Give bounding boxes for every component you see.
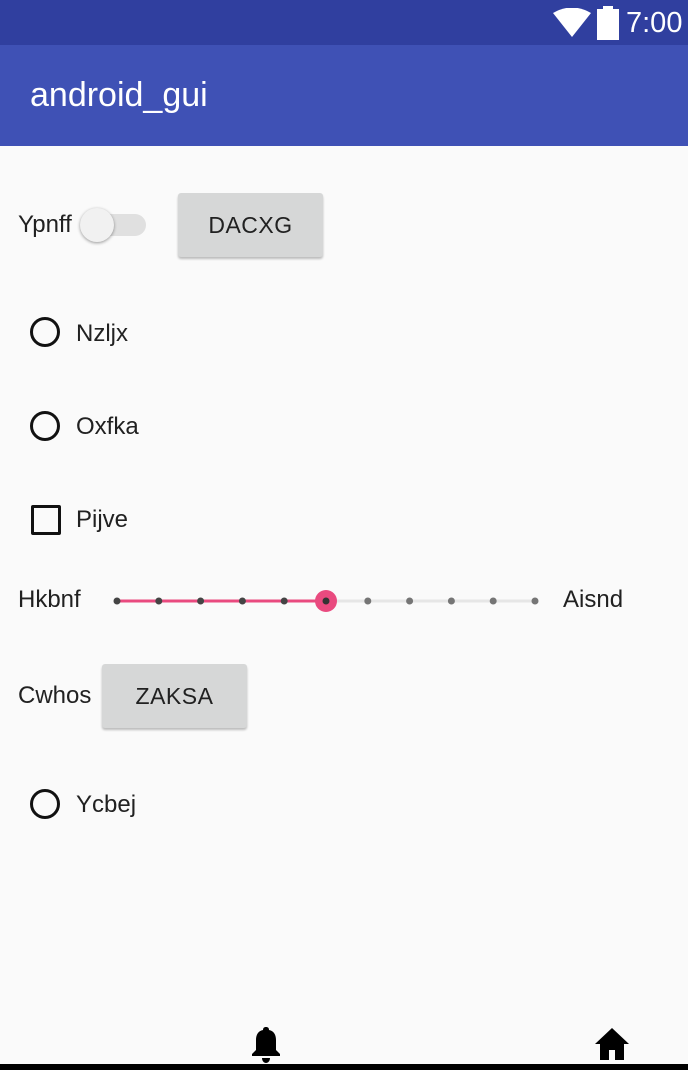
radio-circle <box>30 789 60 819</box>
bell-icon[interactable] <box>250 1025 282 1063</box>
seekbar-tick <box>155 597 163 605</box>
seekbar-tick <box>364 597 372 605</box>
wifi-icon <box>553 8 591 37</box>
status-bar: 7:00 <box>0 0 688 45</box>
seekbar-tick <box>238 597 246 605</box>
radio-option-ycbej[interactable]: Ycbej <box>28 786 188 826</box>
radio-label: Nzljx <box>76 320 128 347</box>
seekbar-right-label: Aisnd <box>563 586 624 613</box>
zaksa-button[interactable]: ZAKSA <box>102 664 247 728</box>
switch-thumb <box>80 208 114 242</box>
radio-label: Oxfka <box>76 413 139 440</box>
checkbox-box <box>31 505 61 535</box>
app-bar: android_gui <box>0 45 688 146</box>
status-time: 7:00 <box>626 7 683 39</box>
radio-circle <box>30 317 60 347</box>
checkbox-label: Pijve <box>76 506 129 533</box>
home-icon[interactable] <box>594 1027 630 1061</box>
seekbar-tick <box>489 597 497 605</box>
seekbar-thumb-tick <box>322 597 330 605</box>
seekbar-tick <box>531 597 539 605</box>
switch-label: Ypnff <box>18 211 72 238</box>
radio-option-nzljx[interactable]: Nzljx <box>28 314 188 354</box>
dacxg-button[interactable]: DACXG <box>178 193 323 257</box>
bottom-navigation-bar <box>0 1064 688 1070</box>
battery-icon <box>597 6 619 40</box>
radio-option-oxfka[interactable]: Oxfka <box>28 408 188 448</box>
discrete-seekbar[interactable] <box>110 585 542 617</box>
seekbar-tick <box>113 597 121 605</box>
radio-label: Ycbej <box>76 791 137 818</box>
seekbar-tick <box>406 597 414 605</box>
seekbar-tick <box>447 597 455 605</box>
toggle-switch[interactable] <box>80 206 148 244</box>
seekbar-left-label: Hkbnf <box>18 586 81 613</box>
seekbar-tick <box>197 597 205 605</box>
seekbar-tick <box>280 597 288 605</box>
radio-circle <box>30 411 60 441</box>
button-row-label: Cwhos <box>18 682 92 709</box>
checkbox-pijve[interactable]: Pijve <box>28 502 188 542</box>
app-title: android_gui <box>30 76 208 114</box>
